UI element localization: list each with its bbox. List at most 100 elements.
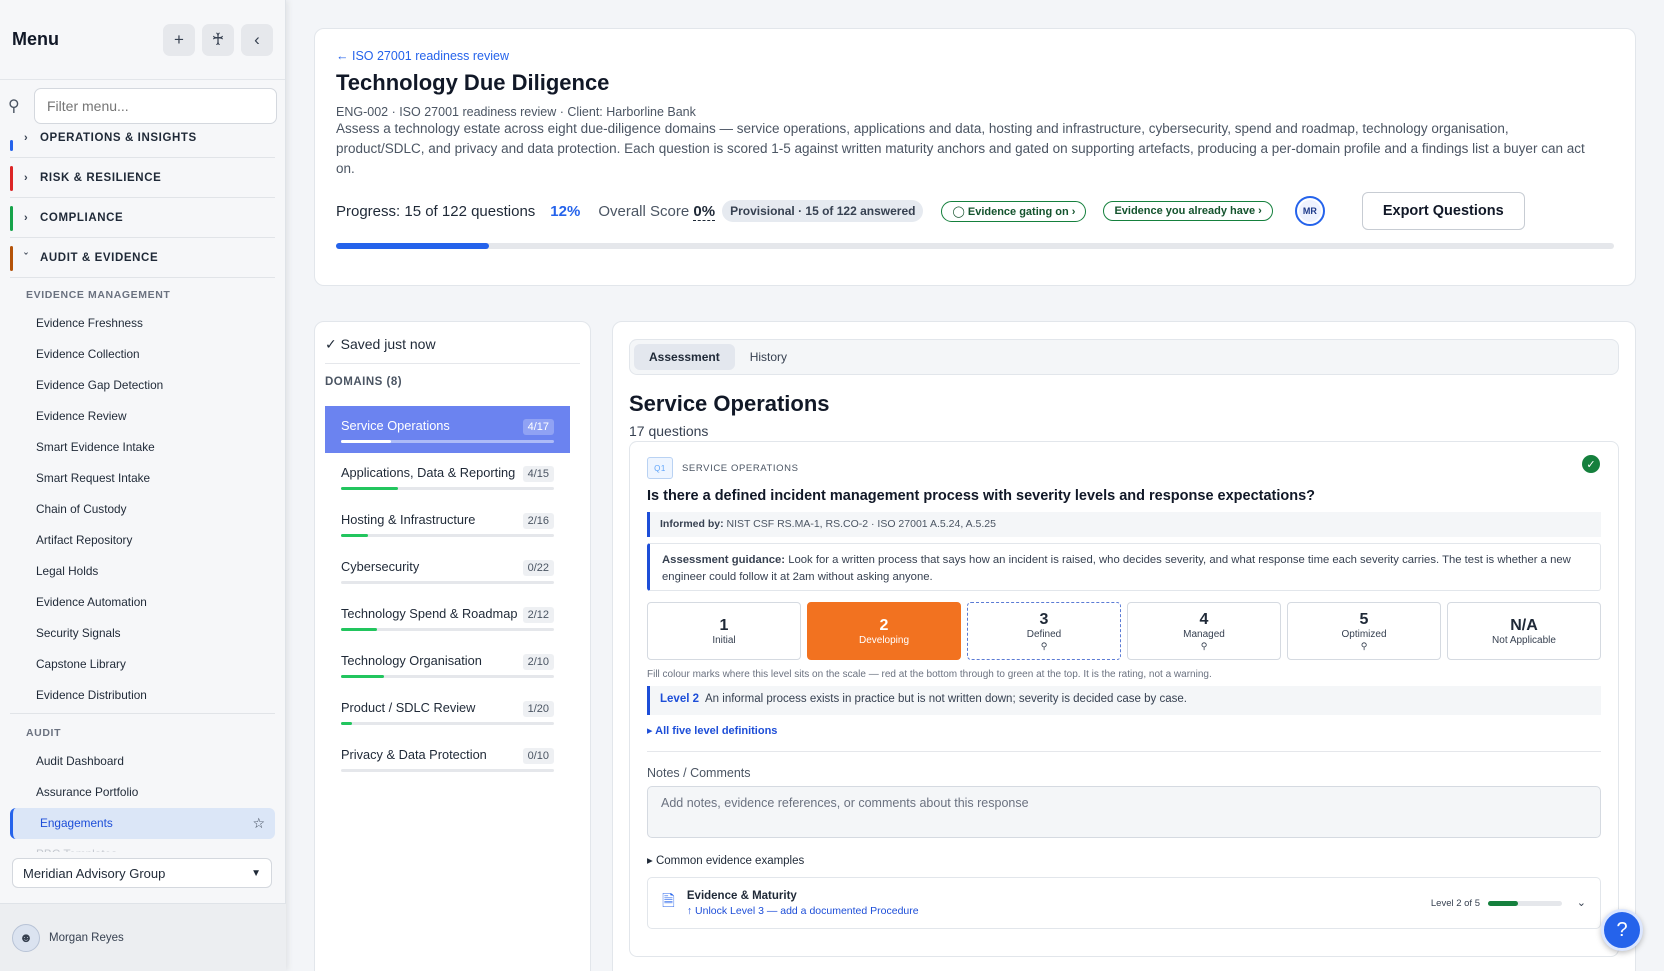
all-level-definitions-toggle[interactable]: ▸ All five level definitions	[647, 724, 1601, 752]
lock-icon: ⚲	[1040, 640, 1048, 651]
sidebar-item[interactable]: Assurance Portfolio	[10, 777, 275, 808]
add-button[interactable]: +	[163, 23, 195, 56]
domain-item[interactable]: Privacy & Data Protection 0/10	[325, 735, 570, 782]
engagement-header: ← ISO 27001 readiness review Technology …	[314, 28, 1636, 286]
help-icon[interactable]: ?	[1601, 909, 1643, 951]
sidebar-item[interactable]: Evidence Automation	[10, 587, 275, 618]
sidebar-item[interactable]: Smart Request Intake	[10, 463, 275, 494]
domains-panel: ✓ Saved just now DOMAINS (8) Service Ope…	[314, 321, 591, 971]
star-icon[interactable]: ☆	[252, 808, 265, 839]
level-5-button[interactable]: 5 Optimized ⚲	[1287, 602, 1441, 660]
evidence-gating-pill[interactable]: ◯ Evidence gating on ›	[941, 200, 1087, 222]
sidebar: Menu + ♰ ‹ ⚲ ›OPERATIONS & INSIGHTS ›RIS…	[0, 0, 286, 971]
domain-item[interactable]: Product / SDLC Review 1/20	[325, 688, 570, 735]
sidebar-item[interactable]: Smart Evidence Intake	[10, 432, 275, 463]
level-na-button[interactable]: N/A Not Applicable	[1447, 602, 1601, 660]
tab-assessment[interactable]: Assessment	[634, 344, 735, 370]
domain-title: Service Operations	[629, 391, 830, 416]
domain-item[interactable]: Technology Spend & Roadmap 2/12	[325, 594, 570, 641]
org-select[interactable]: Meridian Advisory Group ▼	[12, 858, 272, 888]
informed-by: Informed by: NIST CSF RS.MA-1, RS.CO-2 ·…	[647, 512, 1601, 537]
domain-progress-bar	[341, 581, 554, 584]
progress-row: Progress: 15 of 122 questions 12% Overal…	[336, 191, 1614, 231]
engagement-description: Assess a technology estate across eight …	[336, 121, 1585, 176]
sidebar-item[interactable]: Evidence Freshness	[10, 308, 275, 339]
sidebar-item[interactable]: Evidence Collection	[10, 339, 275, 370]
evidence-maturity-text: Evidence & Maturity ↑ Unlock Level 3 — a…	[687, 890, 919, 917]
sidebar-item[interactable]: Artifact Repository	[10, 525, 275, 556]
question-card: Q1 SERVICE OPERATIONS ✓ Is there a define…	[629, 441, 1619, 957]
level-1-button[interactable]: 1 Initial	[647, 602, 801, 660]
progress-bar-fill	[336, 243, 490, 249]
progress-percent: 12%	[550, 202, 581, 220]
save-status: ✓ Saved just now	[325, 336, 580, 364]
level-4-button[interactable]: 4 Managed ⚲	[1127, 602, 1281, 660]
section-risk-resilience[interactable]: › RISK & RESILIENCE	[10, 158, 275, 198]
domain-progress-bar	[341, 487, 554, 490]
domain-count: 0/10	[522, 748, 554, 764]
sidebar-menu: › OPERATIONS & INSIGHTS › RISK & RESILIENC…	[0, 132, 285, 852]
sidebar-filter: ⚲	[0, 80, 285, 132]
group-audit: AUDIT	[26, 727, 62, 739]
divider	[10, 713, 275, 714]
sidebar-item[interactable]: Security Signals	[10, 618, 275, 649]
domain-count: 2/10	[522, 654, 554, 670]
sidebar-item[interactable]: Chain of Custody	[10, 494, 275, 525]
domain-progress-fill	[341, 628, 377, 631]
level-2-button[interactable]: 2 Developing	[807, 602, 961, 660]
answered-check-icon: ✓	[1582, 455, 1600, 473]
domain-progress-bar	[341, 675, 554, 678]
lock-icon: ⚲	[1360, 640, 1368, 651]
domain-item[interactable]: Technology Organisation 2/10	[325, 641, 570, 688]
domain-count: 4/17	[522, 419, 554, 435]
bell-icon[interactable]: ♰	[202, 23, 234, 56]
tab-bar: Assessment History	[629, 339, 1619, 375]
domain-progress-bar	[341, 769, 554, 772]
domain-progress-fill	[341, 722, 352, 725]
avatar[interactable]: MR	[1294, 196, 1325, 226]
domain-item[interactable]: Hosting & Infrastructure 2/16	[325, 500, 570, 547]
collapse-sidebar-button[interactable]: ‹	[241, 23, 273, 56]
sidebar-item[interactable]: Capstone Library	[10, 649, 275, 680]
chevron-down-icon[interactable]: ⌄	[1577, 896, 1586, 909]
domain-item[interactable]: Cybersecurity 0/22	[325, 547, 570, 594]
notes-textarea[interactable]: Add notes, evidence references, or comme…	[647, 786, 1601, 838]
sidebar-item-engagements[interactable]: Engagements ☆	[10, 808, 275, 839]
sidebar-item[interactable]: Evidence Gap Detection	[10, 370, 275, 401]
user-name: Morgan Reyes	[49, 931, 124, 944]
notes-label: Notes / Comments	[647, 766, 751, 780]
fill-colour-note: Fill colour marks where this level sits …	[647, 669, 1212, 680]
unlock-level-link[interactable]: ↑ Unlock Level 3 — add a documented Proc…	[687, 905, 919, 917]
chevron-down-icon: ˇ	[24, 251, 29, 264]
domain-item[interactable]: Service Operations 4/17	[325, 406, 570, 453]
domain-progress-bar	[341, 440, 554, 443]
user-icon: ☻	[12, 923, 40, 952]
evidence-have-pill[interactable]: Evidence you already have ›	[1103, 201, 1273, 221]
tab-history[interactable]: History	[735, 344, 802, 370]
sidebar-item[interactable]: Legal Holds	[10, 556, 275, 587]
evidence-maturity-panel[interactable]: 🗎 Evidence & Maturity ↑ Unlock Level 3 —…	[647, 877, 1601, 929]
domain-progress-fill	[341, 675, 384, 678]
question-title: Is there a defined incident management p…	[647, 488, 1316, 504]
section-operations-insights[interactable]: › OPERATIONS & INSIGHTS	[10, 132, 275, 158]
lock-icon: ⚲	[1200, 640, 1208, 651]
common-evidence-toggle[interactable]: ▸ Common evidence examples	[647, 853, 1601, 867]
sidebar-item[interactable]: Audit Dashboard	[10, 746, 275, 777]
domain-item[interactable]: Applications, Data & Reporting 4/15	[325, 453, 570, 500]
domain-progress-bar	[341, 534, 554, 537]
domain-list: Service Operations 4/17 Applications, Data…	[325, 406, 580, 782]
evidence-level-label: Level 2 of 5	[1430, 898, 1480, 909]
section-compliance[interactable]: › COMPLIANCE	[10, 198, 275, 238]
level-3-button[interactable]: 3 Defined ⚲	[967, 602, 1121, 660]
section-audit-evidence[interactable]: ˇ AUDIT & EVIDENCE	[10, 238, 275, 278]
user-profile[interactable]: ☻ Morgan Reyes	[0, 903, 286, 971]
sidebar-item[interactable]: Evidence Distribution	[10, 680, 275, 711]
page-title: Technology Due Diligence	[336, 70, 610, 95]
sidebar-item[interactable]: PBC Templates	[10, 839, 275, 852]
export-questions-button[interactable]: Export Questions	[1361, 192, 1525, 230]
back-link[interactable]: ← ISO 27001 readiness review	[336, 49, 1614, 63]
filter-menu-input[interactable]	[34, 88, 277, 124]
sidebar-item[interactable]: Evidence Review	[10, 401, 275, 432]
domains-heading: DOMAINS (8)	[325, 376, 403, 388]
question-count: 17 questions	[629, 423, 709, 439]
